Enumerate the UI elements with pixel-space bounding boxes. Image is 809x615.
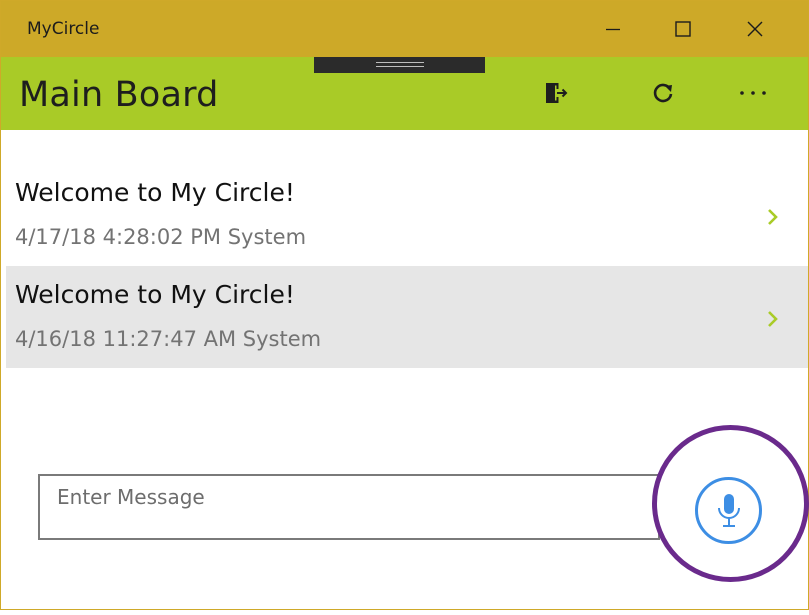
close-button[interactable] <box>721 1 789 57</box>
message-input[interactable] <box>40 476 658 538</box>
grip-icon <box>376 62 424 67</box>
refresh-icon <box>653 83 673 103</box>
maximize-icon <box>675 21 691 37</box>
chevron-right-icon <box>768 311 778 327</box>
message-meta: 4/17/18 4:28:02 PM System <box>15 225 307 249</box>
more-options-button[interactable] <box>729 71 777 115</box>
microphone-button[interactable] <box>695 477 762 544</box>
minimize-icon <box>606 28 620 31</box>
sign-out-icon <box>546 83 568 103</box>
more-icon <box>740 91 766 95</box>
message-list: Welcome to My Circle! 4/17/18 4:28:02 PM… <box>6 164 808 368</box>
microphone-icon <box>717 493 740 527</box>
title-bar[interactable]: MyCircle <box>1 1 808 57</box>
minimize-button[interactable] <box>579 1 647 57</box>
app-title: MyCircle <box>27 19 100 39</box>
maximize-button[interactable] <box>649 1 717 57</box>
sign-out-button[interactable] <box>532 71 580 115</box>
app-bar: Main Board <box>1 57 808 130</box>
message-meta: 4/16/18 11:27:47 AM System <box>15 327 322 351</box>
message-title: Welcome to My Circle! <box>15 280 295 309</box>
chevron-right-icon <box>768 209 778 225</box>
list-item[interactable]: Welcome to My Circle! 4/16/18 11:27:47 A… <box>6 266 808 368</box>
drag-handle[interactable] <box>314 57 485 73</box>
message-title: Welcome to My Circle! <box>15 178 295 207</box>
list-item[interactable]: Welcome to My Circle! 4/17/18 4:28:02 PM… <box>6 164 808 266</box>
refresh-button[interactable] <box>639 71 687 115</box>
message-input-box[interactable] <box>38 474 660 540</box>
close-icon <box>747 21 763 37</box>
app-window: MyCircle Main Board Welcome to My Circle… <box>0 0 809 610</box>
page-title: Main Board <box>19 75 219 115</box>
